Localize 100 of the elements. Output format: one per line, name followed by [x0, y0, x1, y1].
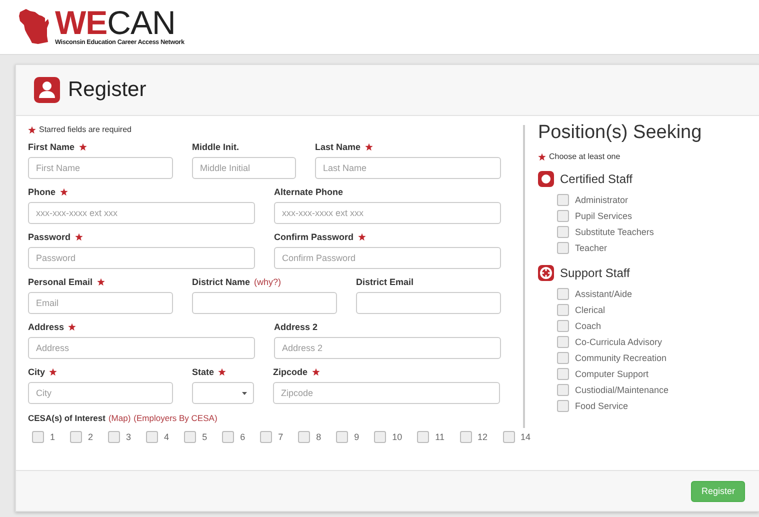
- checkbox[interactable]: [108, 431, 120, 443]
- star-icon: [364, 143, 373, 151]
- checkbox-label: Community Recreation: [575, 353, 667, 363]
- field-label: Password: [28, 232, 71, 242]
- star-icon: [96, 278, 105, 286]
- input-field[interactable]: xxx-xxx-xxxx ext xxx: [274, 202, 501, 224]
- checkbox[interactable]: [260, 431, 272, 443]
- checkbox[interactable]: [70, 431, 82, 443]
- input-field[interactable]: Middle Initial: [192, 157, 296, 179]
- field-label: Alternate Phone: [274, 187, 344, 197]
- star-icon: [78, 143, 87, 151]
- checkbox-label: 1: [50, 432, 56, 442]
- input-field[interactable]: Last Name: [315, 157, 501, 179]
- link[interactable]: (Map): [108, 413, 131, 423]
- checkbox-label: Co-Curricula Advisory: [575, 337, 662, 347]
- input-field[interactable]: [356, 292, 501, 314]
- hint-text: Choose at least one: [549, 152, 620, 161]
- group-title: Certified Staff: [560, 172, 632, 186]
- checkbox-label: 11: [435, 432, 444, 442]
- checkbox[interactable]: [557, 288, 569, 300]
- input-field[interactable]: Zipcode: [273, 382, 500, 404]
- checkbox[interactable]: [557, 304, 569, 316]
- checkbox-label: Food Service: [575, 401, 628, 411]
- star-icon: [68, 323, 76, 331]
- checkbox-label: Teacher: [575, 243, 608, 253]
- field-label: CESA(s) of Interest: [28, 413, 106, 423]
- lifebuoy-icon: [538, 265, 554, 281]
- wisconsin-map-icon: [18, 6, 52, 46]
- checkbox[interactable]: [557, 384, 569, 396]
- star-icon: [358, 233, 366, 241]
- checkbox-label: Assistant/Aide: [575, 289, 632, 299]
- checkbox-label: Coach: [575, 321, 602, 331]
- checkbox[interactable]: [557, 242, 569, 254]
- logo-wordmark: CAN: [107, 8, 176, 38]
- checkbox-label: Custiodial/Maintenance: [575, 385, 669, 395]
- checkbox[interactable]: [557, 368, 569, 380]
- star-icon: [60, 188, 68, 196]
- checkbox-label: 10: [392, 432, 402, 442]
- checkbox-label: 7: [278, 432, 284, 442]
- checkbox-label: 4: [164, 432, 170, 442]
- field-label: Zipcode: [273, 367, 308, 377]
- input-field[interactable]: Confirm Password: [274, 247, 501, 269]
- checkbox[interactable]: [417, 431, 430, 443]
- checkbox[interactable]: [557, 352, 569, 364]
- checkbox[interactable]: [336, 431, 348, 443]
- user-icon: [34, 77, 60, 103]
- input-field[interactable]: Password: [28, 247, 255, 269]
- checkbox-label: Substitute Teachers: [575, 227, 654, 237]
- input-field[interactable]: Address 2: [274, 337, 501, 359]
- field-label: First Name: [28, 142, 75, 152]
- checkbox[interactable]: [298, 431, 310, 443]
- star-icon: [312, 368, 320, 376]
- why-link[interactable]: (why?): [254, 277, 282, 287]
- checkbox[interactable]: [557, 336, 569, 348]
- checkbox-label: 12: [478, 432, 488, 442]
- checkbox-label: 3: [126, 432, 132, 442]
- field-label: City: [28, 367, 46, 377]
- checkbox-label: 14: [520, 432, 531, 442]
- input-field[interactable]: City: [28, 382, 173, 404]
- panel-title: Register: [68, 78, 146, 102]
- field-label: State: [192, 367, 214, 377]
- field-label: Confirm Password: [274, 232, 354, 242]
- checkbox[interactable]: [557, 210, 569, 222]
- star-icon: [49, 368, 58, 376]
- checkbox[interactable]: [146, 431, 158, 443]
- star-icon: [538, 152, 546, 160]
- checkbox[interactable]: [557, 226, 569, 238]
- checkbox[interactable]: [32, 431, 44, 443]
- input-field[interactable]: Address: [28, 337, 255, 359]
- checkbox-label: Pupil Services: [575, 211, 632, 221]
- field-label: Address: [28, 322, 64, 332]
- checkbox[interactable]: [502, 431, 515, 443]
- checkbox-label: 9: [354, 432, 360, 442]
- checkbox[interactable]: [460, 431, 472, 443]
- field-label: Last Name: [315, 142, 361, 152]
- required-note: Starred fields are required: [39, 125, 132, 134]
- checkbox[interactable]: [184, 431, 196, 443]
- input-field[interactable]: xxx-xxx-xxxx ext xxx: [28, 202, 255, 224]
- field-label: District Email: [356, 277, 414, 287]
- field-label: District Name: [192, 277, 250, 287]
- star-icon: [28, 126, 36, 134]
- field-label: Address 2: [274, 322, 318, 332]
- input-field[interactable]: [192, 292, 337, 314]
- link[interactable]: (Employers By CESA): [134, 413, 218, 423]
- group-title: Support Staff: [560, 266, 630, 280]
- checkbox-label: 8: [316, 432, 322, 442]
- field-label: Phone: [28, 187, 56, 197]
- state-dropdown[interactable]: [192, 382, 254, 404]
- checkbox[interactable]: [374, 431, 386, 443]
- checkbox[interactable]: [557, 400, 569, 412]
- checkbox[interactable]: [557, 320, 569, 332]
- checkbox[interactable]: [222, 431, 234, 443]
- checkbox-label: Computer Support: [575, 369, 649, 379]
- checkbox-label: 2: [88, 432, 94, 442]
- caret-icon: [242, 392, 247, 394]
- checkbox[interactable]: [557, 194, 569, 206]
- badge-icon: [538, 171, 554, 187]
- star-icon: [74, 233, 83, 241]
- input-field[interactable]: Email: [28, 292, 173, 314]
- input-field[interactable]: First Name: [28, 157, 173, 179]
